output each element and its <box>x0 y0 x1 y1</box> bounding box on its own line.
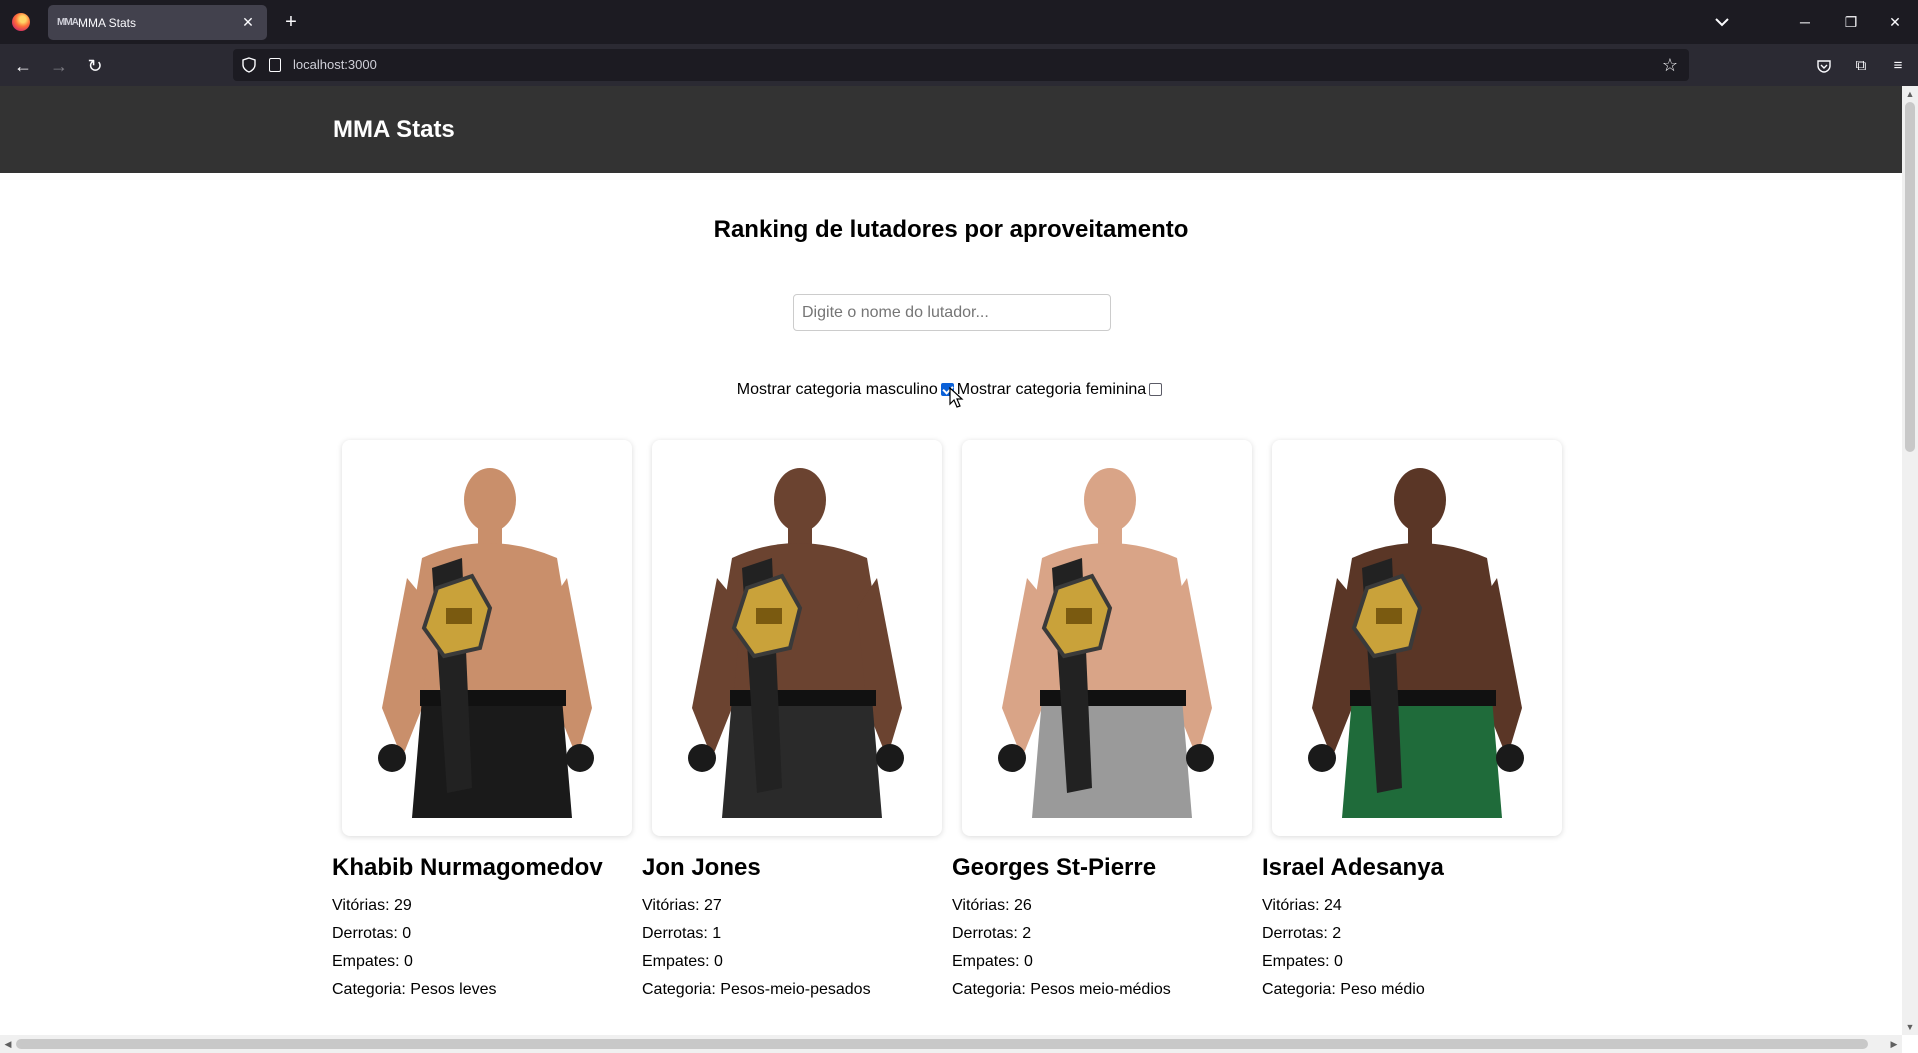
fighter-category: Categoria: Pesos meio-médios <box>952 981 1171 998</box>
app-menu-icon[interactable]: ≡ <box>1884 52 1912 80</box>
fighter-search-input[interactable] <box>793 294 1111 331</box>
fighter-losses: Derrotas: 2 <box>1262 925 1342 942</box>
scroll-down-arrow-icon[interactable]: ▼ <box>1902 1019 1918 1035</box>
fighter-name: Jon Jones <box>642 854 761 881</box>
close-tab-icon[interactable]: ✕ <box>237 11 259 33</box>
scroll-up-arrow-icon[interactable]: ▲ <box>1902 86 1918 102</box>
fighter-name: Israel Adesanya <box>1262 854 1444 881</box>
fighter-category: Categoria: Pesos-meio-pesados <box>642 981 871 998</box>
horizontal-scroll-thumb[interactable] <box>16 1039 1868 1049</box>
fighter-name: Georges St-Pierre <box>952 854 1157 881</box>
site-title[interactable]: MMA Stats <box>333 116 455 144</box>
fighter-wins: Vitórias: 24 <box>1262 897 1342 914</box>
page-heading: Ranking de lutadores por aproveitamento <box>713 216 1189 243</box>
fighter-losses: Derrotas: 1 <box>642 925 722 942</box>
fighter-category: Categoria: Pesos leves <box>332 981 497 998</box>
scroll-left-arrow-icon[interactable]: ◀ <box>0 1035 16 1053</box>
fighter-draws: Empates: 0 <box>1262 953 1343 970</box>
fighter-losses: Derrotas: 2 <box>952 925 1032 942</box>
restore-window-icon[interactable]: ❐ <box>1828 0 1874 44</box>
minimize-window-icon[interactable]: ─ <box>1782 0 1828 44</box>
fighter-wins: Vitórias: 27 <box>642 897 722 914</box>
fighter-wins: Vitórias: 26 <box>952 897 1032 914</box>
fighter-photo <box>1308 468 1524 818</box>
fighter-photo-frame[interactable] <box>1272 440 1562 836</box>
fighter-photo-frame[interactable] <box>342 440 632 836</box>
tab-title: MMA Stats <box>78 16 137 30</box>
fighter-draws: Empates: 0 <box>642 953 723 970</box>
url-text[interactable]: localhost:3000 <box>293 57 377 73</box>
site-header: MMA Stats <box>0 86 1902 173</box>
fighter-photo <box>378 468 594 818</box>
list-all-tabs-chevron-down-icon[interactable] <box>1710 10 1734 34</box>
fighter-name: Khabib Nurmagomedov <box>332 854 603 881</box>
mouse-cursor-icon <box>949 387 964 408</box>
filter-male-label[interactable]: Mostrar categoria masculino <box>737 380 938 400</box>
close-window-icon[interactable]: ✕ <box>1872 0 1918 44</box>
back-arrow-icon[interactable]: ← <box>9 52 37 80</box>
fighter-photo-frame[interactable] <box>652 440 942 836</box>
fighter-photo <box>998 468 1214 818</box>
horizontal-scrollbar[interactable]: ◀ ▶ <box>0 1035 1902 1053</box>
extensions-icon[interactable]: ⧉ <box>1847 52 1875 80</box>
browser-nav-bar: ← → ↻ localhost:3000 ☆ ⧉ ≡ <box>0 44 1918 86</box>
bookmark-star-icon[interactable]: ☆ <box>1659 54 1681 76</box>
fighter-photo <box>688 468 904 818</box>
filter-female-checkbox[interactable] <box>1149 382 1163 396</box>
fighter-category: Categoria: Peso médio <box>1262 981 1425 998</box>
browser-tab-active[interactable]: MMA MMA Stats ✕ <box>48 5 267 40</box>
scroll-right-arrow-icon[interactable]: ▶ <box>1886 1035 1902 1053</box>
page-info-icon[interactable] <box>269 58 281 72</box>
address-bar[interactable]: localhost:3000 ☆ <box>233 49 1689 81</box>
tab-favicon-icon: MMA <box>57 17 79 28</box>
fighter-wins: Vitórias: 29 <box>332 897 412 914</box>
firefox-logo-icon[interactable] <box>12 13 30 31</box>
reload-icon[interactable]: ↻ <box>81 52 109 80</box>
tracking-shield-icon[interactable] <box>241 57 257 73</box>
fighter-draws: Empates: 0 <box>952 953 1033 970</box>
pocket-icon[interactable] <box>1810 52 1838 80</box>
browser-tab-strip: MMA MMA Stats ✕ + ─ ❐ ✕ <box>0 0 1918 44</box>
fighter-photo-frame[interactable] <box>962 440 1252 836</box>
new-tab-plus-icon[interactable]: + <box>279 9 303 35</box>
fighter-draws: Empates: 0 <box>332 953 413 970</box>
fighter-losses: Derrotas: 0 <box>332 925 412 942</box>
vertical-scroll-thumb[interactable] <box>1905 102 1915 452</box>
page-viewport: MMA Stats Ranking de lutadores por aprov… <box>0 86 1902 1035</box>
vertical-scrollbar[interactable]: ▲ ▼ <box>1902 86 1918 1035</box>
forward-arrow-icon[interactable]: → <box>45 52 73 80</box>
filter-female-label[interactable]: Mostrar categoria feminina <box>957 380 1146 400</box>
